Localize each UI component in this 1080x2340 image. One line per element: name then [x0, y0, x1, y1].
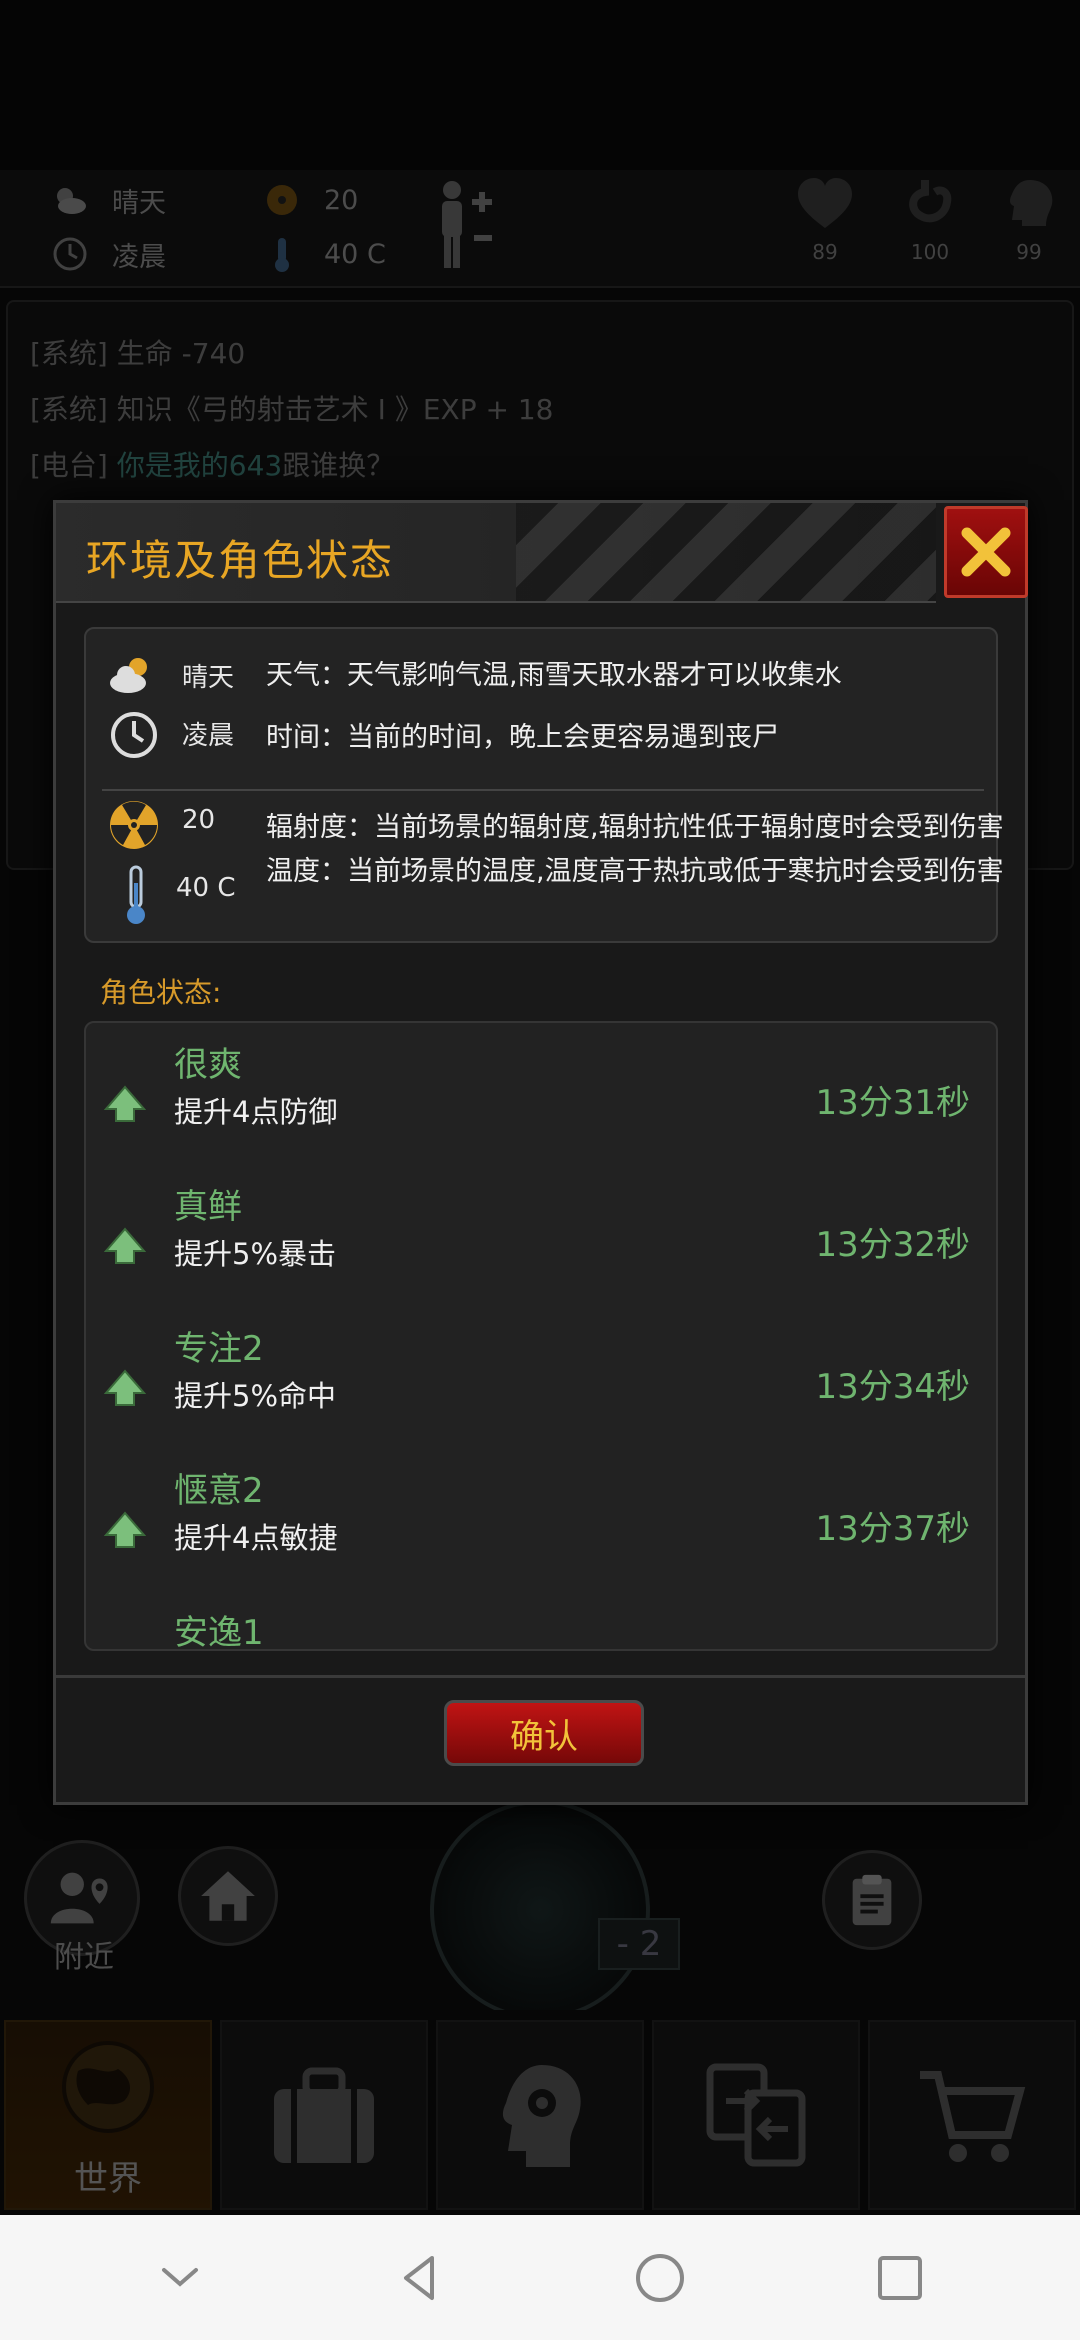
- buff-effect: 提升4点敏捷: [174, 1521, 338, 1555]
- thermometer-icon: [127, 865, 145, 924]
- radiation-value: 20: [182, 805, 216, 835]
- arrow-up-icon: [104, 1511, 146, 1548]
- environment-panel: 晴天 天气：天气影响气温,雨雪天取水器才可以收集水 凌晨 时间：当前的时间，晚上…: [84, 627, 1004, 943]
- header-decoration: [516, 503, 936, 601]
- chevron-down-icon: [162, 2267, 198, 2287]
- role-status-label: 角色状态:: [100, 976, 222, 1009]
- cloud-sun-icon: [110, 658, 147, 693]
- dialog-title: 环境及角色状态: [86, 536, 395, 585]
- divider: [102, 789, 984, 791]
- buff-name: 真鲜: [174, 1187, 242, 1227]
- weather-value: 晴天: [182, 663, 235, 693]
- buff-name: 惬意2: [174, 1471, 264, 1511]
- radiation-icon: [110, 801, 158, 849]
- buff-item: 真鲜 提升5%暴击 13分32秒: [86, 1165, 996, 1305]
- buff-name: 安逸1: [174, 1613, 264, 1651]
- buff-time: 13分31秒: [815, 1083, 970, 1123]
- buff-time: 13分37秒: [815, 1509, 970, 1549]
- buff-effect: 提升5%暴击: [174, 1237, 337, 1271]
- buff-item: 安逸1: [86, 1591, 996, 1651]
- temperature-value: 40 C: [176, 873, 236, 903]
- temperature-description: 温度：当前场景的温度,温度高于热抗或低于寒抗时会受到伤害: [266, 856, 1004, 887]
- buff-list[interactable]: 很爽 提升4点防御 13分31秒 真鲜 提升5%暴击 13分32秒 专注2 提升…: [84, 1021, 998, 1651]
- recents-button[interactable]: [860, 2238, 940, 2318]
- buff-effect: 提升5%命中: [174, 1379, 337, 1413]
- buff-item: 惬意2 提升4点敏捷 13分37秒: [86, 1449, 996, 1589]
- buff-time: 13分32秒: [815, 1225, 970, 1265]
- close-icon: [961, 527, 1011, 577]
- dialog-footer: 确认: [56, 1675, 1025, 1802]
- close-button[interactable]: [944, 506, 1028, 598]
- weather-description: 天气：天气影响气温,雨雪天取水器才可以收集水: [266, 660, 842, 691]
- confirm-button[interactable]: 确认: [444, 1700, 644, 1766]
- buff-time: 13分34秒: [815, 1367, 970, 1407]
- back-button[interactable]: [380, 2238, 460, 2318]
- recents-square-icon: [878, 2255, 922, 2300]
- status-dialog: 环境及角色状态 晴天 天气：天气影响气温,雨雪天取水器才可以收集水 凌晨 时间：…: [53, 500, 1028, 1805]
- radiation-description: 辐射度：当前场景的辐射度,辐射抗性低于辐射度时会受到伤害: [266, 812, 1004, 843]
- home-circle-icon: [636, 2253, 684, 2302]
- home-nav-button[interactable]: [620, 2238, 700, 2318]
- time-value: 凌晨: [182, 721, 235, 751]
- system-navigation-bar: [0, 2215, 1080, 2340]
- buff-name: 很爽: [174, 1045, 242, 1085]
- buff-effect: 提升4点防御: [174, 1095, 338, 1129]
- time-description: 时间：当前的时间，晚上会更容易遇到丧尸: [266, 722, 779, 753]
- back-triangle-icon: [404, 2255, 434, 2300]
- clock-icon: [111, 712, 157, 758]
- buff-item: 很爽 提升4点防御 13分31秒: [86, 1023, 996, 1163]
- arrow-up-icon: [104, 1085, 146, 1122]
- dialog-header: 环境及角色状态: [56, 503, 936, 603]
- arrow-up-icon: [104, 1369, 146, 1406]
- buff-item: 专注2 提升5%命中 13分34秒: [86, 1307, 996, 1447]
- hide-keyboard-button[interactable]: [140, 2238, 220, 2318]
- buff-name: 专注2: [174, 1329, 264, 1369]
- arrow-up-icon: [104, 1227, 146, 1264]
